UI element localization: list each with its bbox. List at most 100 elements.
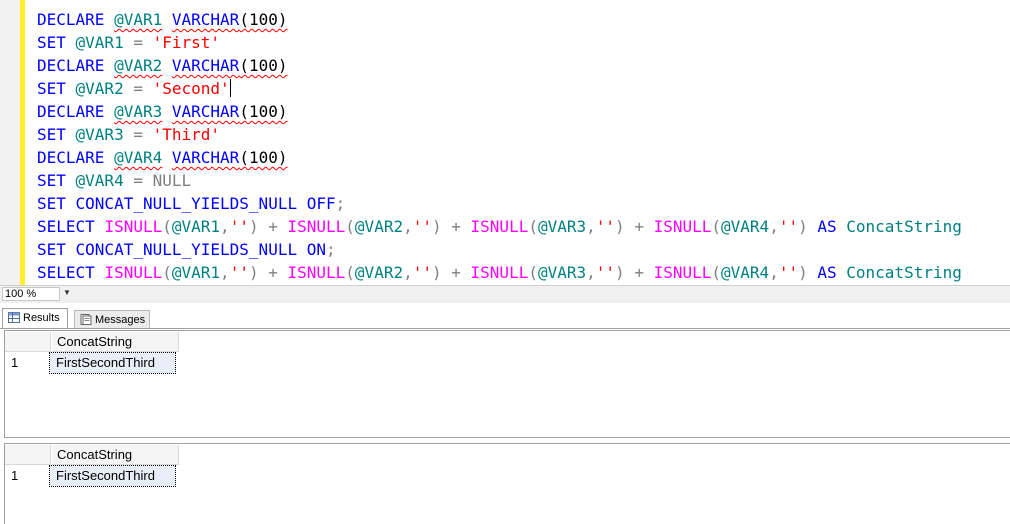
code-token: ): [798, 263, 818, 282]
code-token: ,: [220, 263, 230, 282]
code-token: ISNULL: [470, 263, 529, 282]
column-header[interactable]: ConcatString: [52, 445, 179, 465]
code-line[interactable]: SET @VAR1 = 'First': [37, 31, 962, 54]
code-token: (100): [239, 148, 288, 167]
code-token: (: [528, 217, 538, 236]
code-token: (: [528, 263, 538, 282]
code-token: =: [123, 33, 153, 52]
code-token: ;: [335, 194, 346, 213]
code-token: @VAR2: [114, 56, 163, 75]
code-token: (100): [239, 102, 288, 121]
code-token: SELECT: [37, 263, 105, 282]
code-token: '': [412, 263, 432, 282]
code-token: @VAR2: [354, 263, 404, 282]
code-line[interactable]: DECLARE @VAR3 VARCHAR(100): [37, 100, 962, 123]
code-token: AS: [817, 217, 847, 236]
code-line[interactable]: SET @VAR3 = 'Third': [37, 123, 962, 146]
code-token: @VAR4: [721, 217, 770, 236]
code-token: ISNULL: [653, 263, 712, 282]
column-header[interactable]: ConcatString: [52, 332, 179, 352]
code-token: ConcatString: [846, 217, 962, 236]
row-number[interactable]: 1: [5, 352, 51, 374]
row-number[interactable]: 1: [5, 465, 51, 487]
code-token: @VAR4: [114, 148, 163, 167]
code-token: (: [162, 217, 172, 236]
code-line[interactable]: SET @VAR4 = NULL: [37, 169, 962, 192]
tab-results[interactable]: Results: [2, 308, 68, 328]
query-editor[interactable]: DECLARE @VAR1 VARCHAR(100) SET @VAR1 = 'F…: [0, 0, 1010, 285]
code-token: '': [778, 217, 799, 236]
code-token: =: [123, 125, 153, 144]
results-grid-2[interactable]: ConcatString 1 FirstSecondThird: [4, 443, 1010, 524]
code-line[interactable]: DECLARE @VAR1 VARCHAR(100): [37, 8, 962, 31]
code-token: ON: [306, 240, 326, 259]
code-token: '': [412, 217, 432, 236]
code-line[interactable]: SET CONCAT_NULL_YIELDS_NULL OFF;: [37, 192, 962, 215]
code-token: ,: [769, 217, 779, 236]
code-token: SELECT: [37, 217, 105, 236]
code-token: (: [711, 263, 722, 282]
code-line[interactable]: SELECT ISNULL(@VAR1,'') + ISNULL(@VAR2,'…: [37, 261, 962, 284]
code-token: SET: [37, 171, 76, 190]
code-line[interactable]: DECLARE @VAR2 VARCHAR(100): [37, 54, 962, 77]
code-line[interactable]: SET @VAR2 = 'Second': [37, 77, 962, 100]
code-token: (100): [239, 56, 288, 75]
code-token: @VAR1: [171, 263, 221, 282]
code-token: 'Second': [152, 79, 230, 98]
code-token: ISNULL: [104, 263, 163, 282]
code-token: @VAR3: [75, 125, 124, 144]
code-token: VARCHAR: [171, 10, 240, 29]
code-token: SET: [37, 194, 76, 213]
code-token: VARCHAR: [171, 102, 240, 121]
code-token: DECLARE: [37, 102, 115, 121]
code-token: SET: [37, 125, 76, 144]
code-token: (: [345, 263, 355, 282]
code-token: SET: [37, 240, 76, 259]
code-token: VARCHAR: [171, 56, 240, 75]
code-token: ISNULL: [470, 217, 529, 236]
code-token: VARCHAR: [171, 148, 240, 167]
code-line[interactable]: DECLARE @VAR4 VARCHAR(100): [37, 146, 962, 169]
code-token: @VAR3: [537, 263, 587, 282]
code-token: @VAR4: [721, 263, 770, 282]
code-token: @VAR3: [114, 102, 163, 121]
code-token: ;: [326, 240, 336, 259]
editor-gutter: [0, 0, 20, 285]
grid-corner[interactable]: [5, 445, 51, 465]
sql-code[interactable]: DECLARE @VAR1 VARCHAR(100) SET @VAR1 = 'F…: [37, 8, 962, 284]
code-token: @VAR2: [354, 217, 404, 236]
code-token: @VAR4: [75, 171, 124, 190]
code-token: ) +: [615, 263, 654, 282]
code-token: =: [123, 79, 153, 98]
code-token: ) +: [432, 263, 471, 282]
editor-statusbar: 100 % ▼: [0, 285, 1010, 303]
code-token: '': [778, 263, 799, 282]
code-token: (: [711, 217, 722, 236]
code-token: ISNULL: [287, 263, 346, 282]
code-token: @VAR3: [537, 217, 587, 236]
code-token: ,: [586, 263, 596, 282]
dropdown-arrow-icon[interactable]: ▼: [63, 288, 71, 297]
code-token: ) +: [615, 217, 654, 236]
zoom-level-select[interactable]: 100 %: [2, 287, 60, 301]
code-token: AS: [817, 263, 847, 282]
code-token: DECLARE: [37, 10, 115, 29]
code-token: SET: [37, 79, 76, 98]
grid-corner[interactable]: [5, 332, 51, 352]
results-grid-1[interactable]: ConcatString 1 FirstSecondThird: [4, 330, 1010, 438]
result-cell[interactable]: FirstSecondThird: [49, 352, 176, 374]
code-token: '': [229, 263, 249, 282]
code-token: @VAR1: [114, 10, 163, 29]
grid-icon: [8, 312, 20, 323]
code-line[interactable]: SELECT ISNULL(@VAR1,'') + ISNULL(@VAR2,'…: [37, 215, 962, 238]
code-line[interactable]: SET CONCAT_NULL_YIELDS_NULL ON;: [37, 238, 962, 261]
code-token: DECLARE: [37, 148, 115, 167]
code-token: OFF: [306, 194, 336, 213]
result-cell[interactable]: FirstSecondThird: [49, 465, 176, 487]
tab-messages[interactable]: Messages: [74, 310, 150, 328]
